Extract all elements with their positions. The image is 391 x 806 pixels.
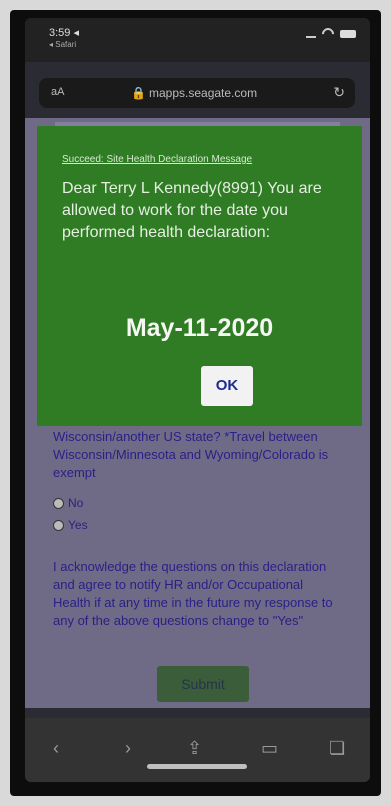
modal-message: Dear Terry L Kennedy(8991) You are allow…: [62, 180, 322, 241]
radio-label-yes: Yes: [68, 518, 88, 532]
battery-icon: [340, 30, 356, 38]
reader-aa-button[interactable]: aA: [51, 86, 64, 98]
radio-button-yes[interactable]: [53, 519, 64, 531]
acknowledge-text: I acknowledge the questions on this decl…: [53, 559, 333, 628]
status-icons: [306, 25, 356, 43]
reload-icon[interactable]: ↻: [333, 84, 345, 101]
status-time: 3:59 ◂: [49, 27, 79, 39]
modal-header: Succeed: Site Health Declaration Message: [62, 154, 253, 165]
forward-icon[interactable]: ›: [125, 738, 131, 759]
home-indicator[interactable]: [147, 764, 247, 769]
radio-option-no[interactable]: No: [53, 496, 83, 510]
share-icon[interactable]: ⇪: [187, 738, 202, 759]
back-icon[interactable]: ‹: [53, 738, 59, 759]
status-back-label[interactable]: ◂ Safari: [49, 40, 76, 49]
health-declaration-modal: Succeed: Site Health Declaration Message…: [37, 126, 362, 426]
radio-option-yes[interactable]: Yes: [53, 518, 88, 532]
lock-icon: 🔒: [131, 86, 146, 100]
address-bar[interactable]: aA 🔒 mapps.seagate.com ↻: [39, 78, 355, 108]
url-text[interactable]: mapps.seagate.com: [149, 86, 257, 100]
travel-question: Wisconsin/another US state? *Travel betw…: [53, 429, 329, 480]
tabs-icon[interactable]: ❏: [329, 738, 345, 759]
phone-screen: 3:59 ◂ ◂ Safari aA 🔒 mapps.seagate.com ↻…: [25, 18, 370, 782]
bookmarks-icon[interactable]: ▭: [261, 738, 278, 759]
browser-toolbar: ‹ › ⇪ ▭ ❏: [25, 718, 370, 782]
radio-button-no[interactable]: [53, 497, 64, 509]
modal-date: May-11-2020: [125, 314, 274, 342]
ok-button[interactable]: OK: [201, 366, 253, 406]
signal-icon: [306, 30, 316, 38]
wifi-icon: [319, 25, 337, 43]
status-bar: 3:59 ◂ ◂ Safari: [25, 18, 370, 62]
radio-label-no: No: [68, 496, 84, 510]
submit-button[interactable]: Submit: [157, 666, 249, 702]
